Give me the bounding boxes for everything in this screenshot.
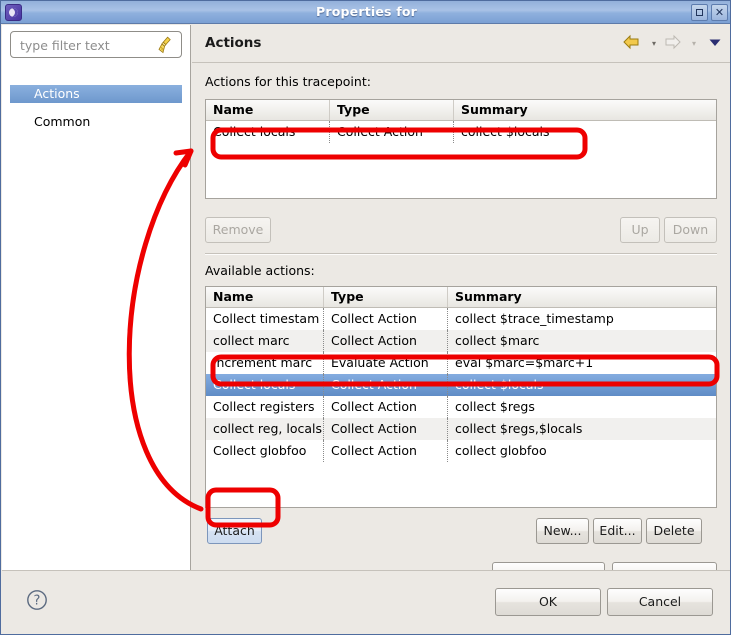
window-controls: ✕ xyxy=(691,4,728,21)
available-section-label: Available actions: xyxy=(205,263,315,278)
cell-name: Collect registers xyxy=(206,396,324,418)
column-header-name[interactable]: Name xyxy=(206,287,324,307)
column-header-summary[interactable]: Summary xyxy=(448,287,716,307)
table-row[interactable]: Collect registers Collect Action collect… xyxy=(206,396,716,418)
sidebar-item-actions[interactable]: Actions xyxy=(10,85,182,103)
table-header-row: Name Type Summary xyxy=(206,287,716,308)
table-row[interactable]: Collect locals Collect Action collect $l… xyxy=(206,121,716,143)
sidebar-item-common[interactable]: Common xyxy=(10,113,182,131)
cell-name: Collect locals xyxy=(206,121,330,143)
back-button[interactable] xyxy=(621,33,647,53)
back-dropdown-chevron-down-icon[interactable]: ▾ xyxy=(649,39,659,48)
maximize-icon xyxy=(696,9,703,16)
broom-icon[interactable] xyxy=(157,36,173,54)
column-header-type[interactable]: Type xyxy=(330,100,454,120)
sidebar-item-label: Common xyxy=(34,114,91,129)
column-header-summary[interactable]: Summary xyxy=(454,100,716,120)
actions-panel: Actions ▾ ▾ Actions for this tracepoint:… xyxy=(192,25,730,589)
cell-summary: collect $trace_timestamp xyxy=(455,311,614,326)
search-input[interactable] xyxy=(18,37,152,54)
back-arrow-icon xyxy=(623,34,639,50)
delete-button[interactable]: Delete xyxy=(646,518,702,544)
cell-summary: collect globfoo xyxy=(455,443,547,458)
cell-summary: collect $regs,$locals xyxy=(455,421,583,436)
view-menu-button[interactable] xyxy=(707,33,723,53)
settings-sidebar: Actions Common xyxy=(2,25,191,570)
cell-type: Collect Action xyxy=(330,121,454,143)
view-menu-triangle-icon xyxy=(709,39,721,46)
tracepoint-section-label: Actions for this tracepoint: xyxy=(205,74,371,89)
table-header-row: Name Type Summary xyxy=(206,100,716,121)
ok-button[interactable]: OK xyxy=(495,588,601,616)
new-button[interactable]: New... xyxy=(536,518,589,544)
forward-dropdown-chevron-down-icon: ▾ xyxy=(691,38,696,48)
available-actions-table[interactable]: Name Type Summary Collect timestam Colle… xyxy=(205,286,717,508)
help-question-icon[interactable]: ? xyxy=(26,589,48,611)
cell-type: Collect Action xyxy=(324,308,448,330)
cell-summary: collect $locals xyxy=(455,377,544,392)
cell-name: collect marc xyxy=(206,330,324,352)
dialog-button-bar: ? OK Cancel xyxy=(2,570,730,634)
table-row-selected[interactable]: Collect locals Collect Action collect $l… xyxy=(206,374,716,396)
cell-summary: collect $marc xyxy=(455,333,540,348)
cell-name: Collect locals xyxy=(206,374,324,396)
section-divider xyxy=(205,253,717,255)
forward-arrow-icon xyxy=(665,34,681,50)
cell-type: Collect Action xyxy=(324,374,448,396)
cell-type: Collect Action xyxy=(324,396,448,418)
remove-button[interactable]: Remove xyxy=(205,217,271,243)
window-title: Properties for xyxy=(315,4,418,19)
cell-summary: collect $locals xyxy=(461,124,550,139)
table-row[interactable]: Collect timestam Collect Action collect … xyxy=(206,308,716,330)
cell-name: Collect globfoo xyxy=(206,440,324,462)
cell-name: collect reg, locals xyxy=(206,418,324,440)
cell-type: Collect Action xyxy=(324,418,448,440)
table-row[interactable]: increment marc Evaluate Action eval $mar… xyxy=(206,352,716,374)
page-title: Actions xyxy=(205,35,262,51)
table-row[interactable]: collect reg, locals Collect Action colle… xyxy=(206,418,716,440)
cell-summary: eval $marc=$marc+1 xyxy=(455,355,594,370)
cell-type: Collect Action xyxy=(324,330,448,352)
cell-name: increment marc xyxy=(206,352,324,374)
close-button[interactable]: ✕ xyxy=(711,4,728,21)
forward-button xyxy=(661,33,687,53)
properties-dialog: Properties for ✕ Actions Common xyxy=(0,0,731,635)
cell-name: Collect timestam xyxy=(206,308,324,330)
column-header-name[interactable]: Name xyxy=(206,100,330,120)
move-down-button[interactable]: Down xyxy=(664,217,717,243)
move-up-button[interactable]: Up xyxy=(620,217,660,243)
attach-button[interactable]: Attach xyxy=(207,518,262,544)
filter-box[interactable] xyxy=(10,31,182,58)
svg-text:?: ? xyxy=(34,594,41,609)
cell-type: Collect Action xyxy=(324,440,448,462)
cell-summary: collect $regs xyxy=(455,399,535,414)
attached-actions-table[interactable]: Name Type Summary Collect locals Collect… xyxy=(205,99,717,199)
cancel-button[interactable]: Cancel xyxy=(607,588,713,616)
table-row[interactable]: collect marc Collect Action collect $mar… xyxy=(206,330,716,352)
table-row[interactable]: Collect globfoo Collect Action collect g… xyxy=(206,440,716,462)
panel-toolbar: ▾ ▾ xyxy=(621,33,723,53)
title-bar[interactable]: Properties for ✕ xyxy=(1,1,730,24)
column-header-type[interactable]: Type xyxy=(324,287,448,307)
cell-type: Evaluate Action xyxy=(324,352,448,374)
edit-button[interactable]: Edit... xyxy=(593,518,642,544)
sidebar-item-label: Actions xyxy=(34,86,80,101)
panel-header: Actions ▾ ▾ xyxy=(192,25,730,63)
close-icon: ✕ xyxy=(714,6,725,19)
maximize-button[interactable] xyxy=(691,4,708,21)
